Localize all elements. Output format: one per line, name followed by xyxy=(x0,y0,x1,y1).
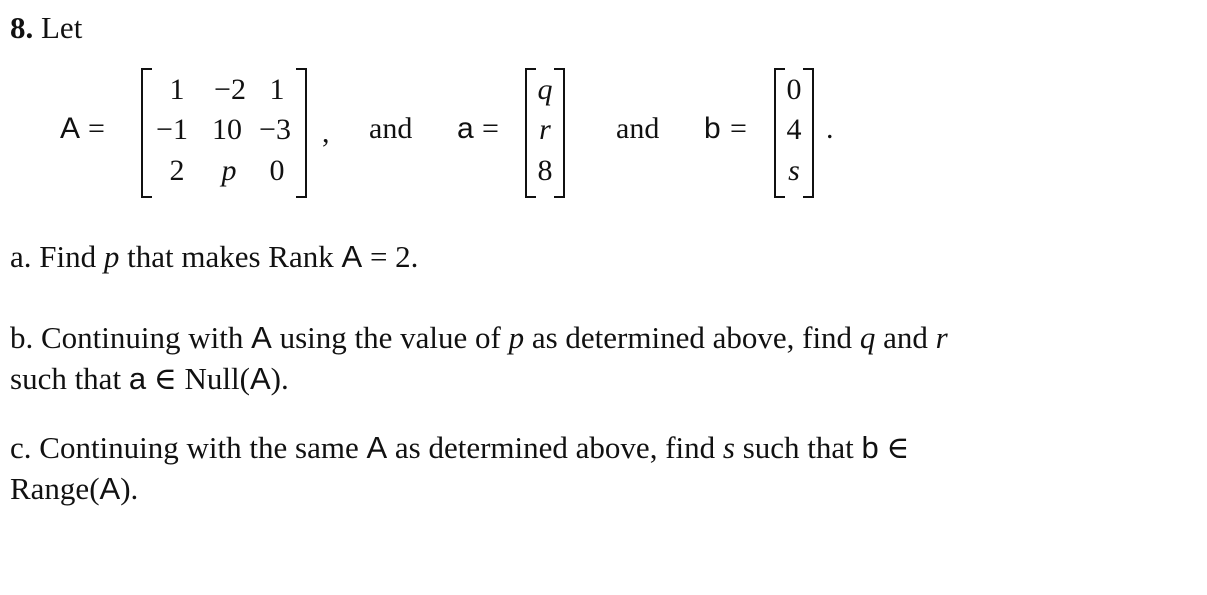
part-a-label: a. xyxy=(10,239,32,274)
part-c-text: Range( xyxy=(10,471,100,506)
vector-a-name: a xyxy=(457,112,474,145)
part-c-line-1: c. Continuing with the same A as determi… xyxy=(10,428,909,468)
vector-a-equals: = xyxy=(482,112,499,145)
part-a-text: = 2. xyxy=(369,239,419,274)
vector-entry: 4 xyxy=(786,113,802,146)
vector-a: q r 8 xyxy=(525,68,565,198)
variable-r: r xyxy=(935,320,948,355)
part-c-label: c. xyxy=(10,430,32,465)
vector-entry: s xyxy=(788,154,800,187)
matrix-cell: 10 xyxy=(212,113,242,146)
part-b-line-2: such that a ∈ Null(A). xyxy=(10,359,289,399)
matrix-cell: 0 xyxy=(269,154,285,187)
matrix-A-row-2: −1 10 −3 xyxy=(141,110,307,150)
vector-b-period: . xyxy=(826,112,834,145)
vector-b-equals: = xyxy=(730,112,747,145)
part-a-text: that makes Rank xyxy=(127,239,334,274)
connector-and-2: and xyxy=(616,112,660,145)
part-b-label: b. xyxy=(10,320,34,355)
matrix-cell: 2 xyxy=(169,154,185,187)
variable-p: p xyxy=(103,239,120,274)
matrix-A-equals: = xyxy=(88,112,105,145)
matrix-cell: 1 xyxy=(269,73,285,106)
vector-entry: q xyxy=(537,73,553,106)
matrix-A-ref: A xyxy=(251,320,272,355)
part-c-text: as determined above, find xyxy=(394,430,716,465)
matrix-cell: 1 xyxy=(169,73,185,106)
part-b-text: such that xyxy=(10,361,122,396)
vector-b: 0 4 s xyxy=(774,68,814,198)
matrix-cell: p xyxy=(221,154,237,187)
element-of-symbol: ∈ xyxy=(886,430,910,465)
vector-entry: r xyxy=(539,113,551,146)
part-b-text: as determined above, find xyxy=(531,320,853,355)
matrix-A-ref: A xyxy=(366,430,388,465)
matrix-cell: −1 xyxy=(156,113,188,146)
part-c-line-2: Range(A). xyxy=(10,469,138,509)
connector-and-1: and xyxy=(369,112,413,145)
part-b-text: ). xyxy=(270,361,289,396)
part-c-text: such that xyxy=(742,430,854,465)
matrix-cell: −3 xyxy=(259,113,291,146)
part-b-text: Continuing with xyxy=(41,320,244,355)
matrix-A: 1 −2 1 −1 10 −3 2 p 0 xyxy=(141,68,307,198)
part-a-text: Find xyxy=(39,239,97,274)
part-c-text: ). xyxy=(120,471,139,506)
part-a: a. Find p that makes Rank A = 2. xyxy=(10,237,418,277)
part-b-text: ∈ Null( xyxy=(153,361,250,396)
variable-s: s xyxy=(722,430,735,465)
variable-q: q xyxy=(859,320,876,355)
matrix-A-name: A xyxy=(60,112,81,145)
vector-a-ref: a xyxy=(128,361,147,396)
definitions-row: A = 1 −2 1 −1 10 −3 2 p 0 , and a = q r … xyxy=(0,68,1207,198)
matrix-A-ref: A xyxy=(341,239,363,274)
matrix-cell: −2 xyxy=(214,73,246,106)
matrix-A-comma: , xyxy=(322,116,330,149)
part-b-line-1: b. Continuing with A using the value of … xyxy=(10,318,948,358)
vector-entry: 0 xyxy=(786,73,802,106)
part-b-text: and xyxy=(883,320,928,355)
vector-entry: 8 xyxy=(537,154,553,187)
vector-b-name: b xyxy=(704,112,721,145)
variable-p: p xyxy=(508,320,525,355)
problem-heading: 8. Let xyxy=(10,10,82,46)
matrix-A-row-1: 1 −2 1 xyxy=(141,70,307,110)
vector-b-ref: b xyxy=(861,430,879,465)
part-c-text: Continuing with the same xyxy=(39,430,359,465)
problem-number: 8. xyxy=(10,10,34,45)
matrix-A-ref: A xyxy=(99,471,121,506)
problem-intro: Let xyxy=(41,10,83,45)
part-b-text: using the value of xyxy=(279,320,501,355)
matrix-A-row-3: 2 p 0 xyxy=(141,151,307,191)
matrix-A-ref: A xyxy=(249,361,271,396)
